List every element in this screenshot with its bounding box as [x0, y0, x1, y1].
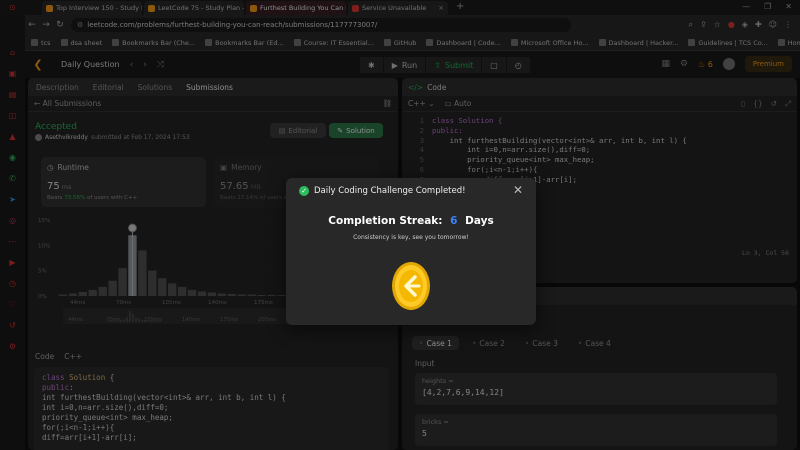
- daily-coin-icon: [392, 262, 430, 310]
- modal-title: ✓ Daily Coding Challenge Completed!: [299, 186, 466, 196]
- completion-streak: Completion Streak: 6 Days: [328, 215, 494, 227]
- check-circle-icon: ✓: [299, 186, 309, 196]
- close-icon[interactable]: ✕: [513, 183, 523, 197]
- daily-challenge-modal: ✓ Daily Coding Challenge Completed! ✕ Co…: [286, 178, 536, 325]
- modal-tagline: Consistency is key, see you tomorrow!: [353, 234, 469, 241]
- streak-number: 6: [450, 215, 458, 227]
